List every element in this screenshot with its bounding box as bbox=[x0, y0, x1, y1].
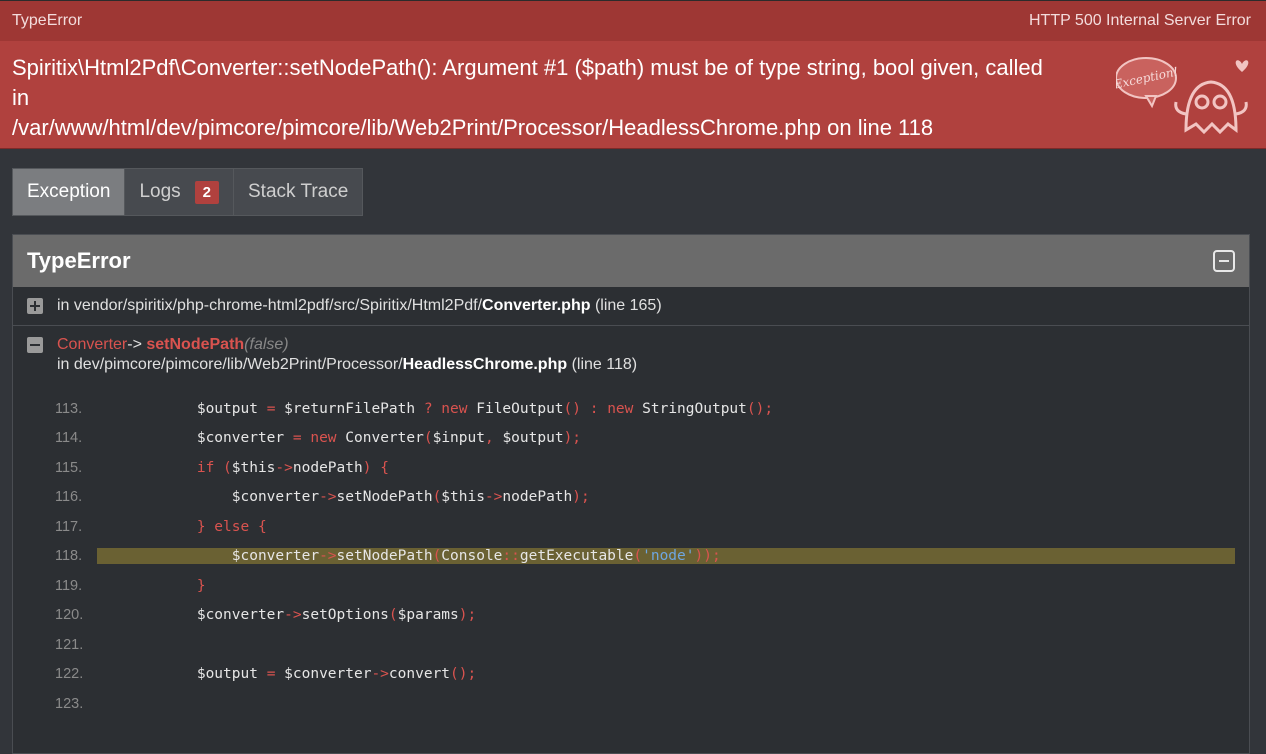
header-bar: TypeError HTTP 500 Internal Server Error bbox=[0, 0, 1266, 41]
code-line: 121. bbox=[55, 630, 1235, 660]
code-text: $converter = new Converter($input, $outp… bbox=[127, 430, 582, 447]
line-number: 116. bbox=[55, 489, 83, 506]
frame-args: (false) bbox=[244, 336, 289, 353]
code-line: 122. $output = $converter->convert(); bbox=[55, 660, 1235, 690]
frame-location: in dev/pimcore/pimcore/lib/Web2Print/Pro… bbox=[57, 356, 1235, 374]
frame-call: Converter-> setNodePath(false) bbox=[57, 336, 1235, 354]
line-number: 118. bbox=[55, 548, 83, 565]
tab-bar: Exception Logs 2 Stack Trace bbox=[12, 168, 364, 216]
line-number: 122. bbox=[55, 666, 84, 683]
collapse-frame-icon[interactable] bbox=[27, 337, 43, 353]
frame-path: in dev/pimcore/pimcore/lib/Web2Print/Pro… bbox=[57, 356, 403, 373]
code-line-highlighted: 118. $converter->setNodePath(Console::ge… bbox=[55, 542, 1235, 572]
code-text: $converter->setNodePath(Console::getExec… bbox=[97, 548, 1235, 565]
exception-message-line-2: /var/www/html/dev/pimcore/pimcore/lib/We… bbox=[12, 115, 934, 140]
code-text: if ($this->nodePath) { bbox=[196, 459, 389, 476]
code-text: } else { bbox=[196, 518, 267, 535]
exception-panel: TypeError in vendor/spiritix/php-chrome-… bbox=[12, 234, 1250, 754]
code-line: 115. if ($this->nodePath) { bbox=[55, 453, 1235, 483]
frame-arrow: -> bbox=[127, 336, 142, 353]
logs-count-badge: 2 bbox=[194, 180, 219, 204]
line-number: 113. bbox=[55, 400, 83, 417]
code-line: 123. bbox=[55, 689, 1235, 719]
line-number: 115. bbox=[55, 459, 83, 476]
tab-exception[interactable]: Exception bbox=[12, 168, 126, 216]
exception-panel-header: TypeError bbox=[13, 235, 1249, 287]
frame-line: (line 165) bbox=[594, 297, 662, 314]
trace-frame: in vendor/spiritix/php-chrome-html2pdf/s… bbox=[13, 287, 1249, 326]
code-text: $converter->setNodePath($this->nodePath)… bbox=[127, 489, 590, 506]
line-number: 120. bbox=[55, 607, 84, 624]
line-number: 121. bbox=[55, 636, 84, 653]
code-line: 113. $output = $returnFilePath ? new Fil… bbox=[55, 394, 1235, 424]
code-snippet: 113. $output = $returnFilePath ? new Fil… bbox=[55, 394, 1235, 719]
error-type-label: TypeError bbox=[12, 12, 83, 29]
code-text: $output = $converter->convert(); bbox=[127, 666, 477, 683]
code-text: } bbox=[196, 577, 206, 594]
tab-exception-label: Exception bbox=[27, 181, 111, 202]
frame-path: in vendor/spiritix/php-chrome-html2pdf/s… bbox=[57, 297, 483, 314]
frame-line: (line 118) bbox=[571, 356, 638, 373]
exception-class-title: TypeError bbox=[27, 248, 131, 273]
code-line: 117. } else { bbox=[55, 512, 1235, 542]
exception-message: Spiritix\Html2Pdf\Converter::setNodePath… bbox=[0, 41, 1266, 143]
code-text: $converter->setOptions($params); bbox=[127, 607, 477, 624]
frame-method: setNodePath bbox=[146, 336, 245, 353]
code-line: 114. $converter = new Converter($input, … bbox=[55, 424, 1235, 454]
tab-logs[interactable]: Logs 2 bbox=[124, 168, 234, 216]
error-header: TypeError HTTP 500 Internal Server Error… bbox=[0, 0, 1266, 149]
tab-stack-trace[interactable]: Stack Trace bbox=[233, 168, 364, 216]
line-number: 119. bbox=[55, 577, 83, 594]
exception-message-line-1: Spiritix\Html2Pdf\Converter::setNodePath… bbox=[12, 55, 1043, 110]
code-line: 120. $converter->setOptions($params); bbox=[55, 601, 1235, 631]
line-number: 117. bbox=[55, 518, 83, 535]
collapse-panel-icon[interactable] bbox=[1213, 250, 1235, 272]
frame-file: HeadlessChrome.php bbox=[402, 356, 568, 373]
code-text: $output = $returnFilePath ? new FileOutp… bbox=[127, 400, 774, 417]
tab-stack-trace-label: Stack Trace bbox=[248, 181, 349, 202]
exception-ghost-icon: Exception! bbox=[1116, 57, 1249, 135]
code-line: 119. } bbox=[55, 571, 1235, 601]
trace-frame-expanded: Converter-> setNodePath(false) in dev/pi… bbox=[13, 326, 1249, 729]
code-line: 116. $converter->setNodePath($this->node… bbox=[55, 483, 1235, 513]
line-number: 114. bbox=[55, 430, 83, 447]
frame-class: Converter bbox=[57, 336, 128, 353]
expand-frame-icon[interactable] bbox=[27, 298, 43, 314]
frame-file: Converter.php bbox=[482, 297, 591, 314]
line-number: 123. bbox=[55, 695, 84, 712]
tab-logs-label: Logs bbox=[139, 181, 181, 202]
http-status-label: HTTP 500 Internal Server Error bbox=[1028, 12, 1251, 29]
